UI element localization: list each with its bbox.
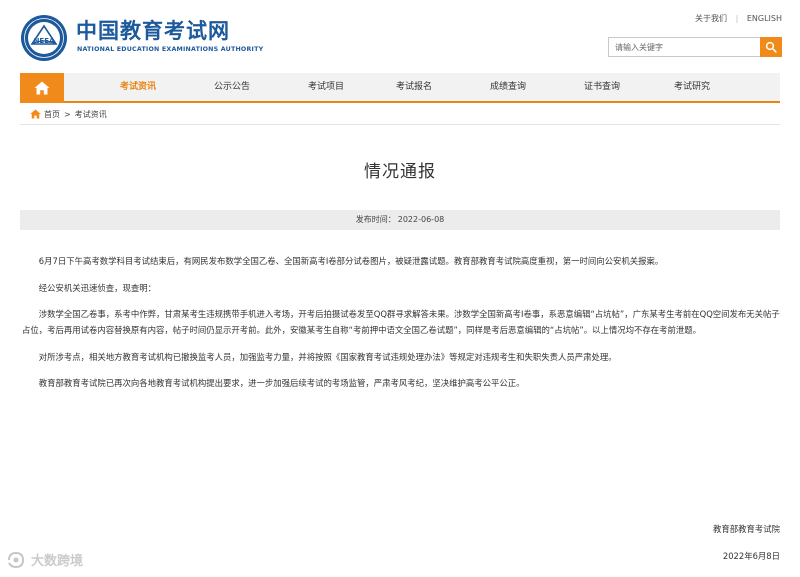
article-title: 情况通报 — [364, 162, 436, 182]
main-nav: 考试资讯 公示公告 考试项目 考试报名 成绩查询 证书查询 考试研究 — [20, 73, 780, 103]
home-icon — [30, 109, 41, 119]
watermark-text: 大数跨境 — [31, 554, 84, 569]
home-icon — [34, 81, 50, 95]
publish-date: 2022-06-08 — [397, 215, 445, 224]
breadcrumb: 首页 > 考试资讯 — [30, 108, 107, 120]
nav-item-exam-programs[interactable]: 考试项目 — [282, 73, 370, 101]
nav-item-exam-research[interactable]: 考试研究 — [648, 73, 736, 101]
breadcrumb-home[interactable]: 首页 — [44, 109, 60, 120]
nav-home-button[interactable] — [20, 73, 64, 103]
article-paragraph: 涉数学全国乙卷事，系考中作弊，甘肃某考生违规携带手机进入考场，开考后拍摄试卷发至… — [22, 309, 780, 335]
article-signature: 教育部教育考试院 — [713, 524, 780, 534]
top-links-divider: | — [735, 14, 739, 23]
site-name-cn[interactable]: 中国教育考试网 — [76, 19, 230, 43]
search-box — [608, 37, 782, 57]
english-link[interactable]: ENGLISH — [747, 14, 782, 23]
site-header: NEEA 中国教育考试网 NATIONAL EDUCATION EXAMINAT… — [0, 0, 800, 72]
nav-item-score-query[interactable]: 成绩查询 — [464, 73, 552, 101]
top-links: 关于我们 | ENGLISH — [695, 13, 782, 24]
neea-emblem-icon[interactable]: NEEA — [20, 14, 68, 62]
site-name-en: NATIONAL EDUCATION EXAMINATIONS AUTHORIT… — [77, 46, 264, 53]
article-paragraph: 经公安机关迅速侦查，现查明： — [38, 282, 157, 293]
article-date: 2022年6月8日 — [722, 551, 780, 561]
emblem-text: NEEA — [34, 37, 55, 45]
nav-item-certificate-query[interactable]: 证书查询 — [558, 73, 646, 101]
publish-label: 发布时间： — [355, 215, 396, 224]
breadcrumb-separator: > — [64, 109, 71, 119]
search-input[interactable] — [608, 37, 760, 57]
search-icon — [765, 41, 777, 53]
article-body: 6月7日下午高考数学科目考试结束后，有网民发布数学全国乙卷、全国新高考I卷部分试… — [22, 253, 780, 402]
nav-item-announcements[interactable]: 公示公告 — [188, 73, 276, 101]
nav-item-exam-news[interactable]: 考试资讯 — [94, 73, 182, 101]
nav-item-registration[interactable]: 考试报名 — [370, 73, 458, 101]
watermark: 大数跨境 — [6, 550, 83, 569]
breadcrumb-divider — [20, 124, 780, 125]
about-link[interactable]: 关于我们 — [695, 14, 727, 23]
article-paragraph: 6月7日下午高考数学科目考试结束后，有网民发布数学全国乙卷、全国新高考I卷部分试… — [38, 256, 664, 266]
watermark-logo-icon — [8, 551, 25, 568]
article-paragraph: 对所涉考点，相关地方教育考试机构已撤换监考人员，加强监考力量，并将按照《国家教育… — [38, 351, 617, 362]
breadcrumb-current[interactable]: 考试资讯 — [75, 109, 107, 120]
article-paragraph: 教育部教育考试院已再次向各地教育考试机构提出要求，进一步加强后续考试的考场监管，… — [38, 378, 525, 388]
publish-meta: 发布时间： 2022-06-08 — [20, 210, 780, 230]
search-button[interactable] — [760, 37, 782, 57]
